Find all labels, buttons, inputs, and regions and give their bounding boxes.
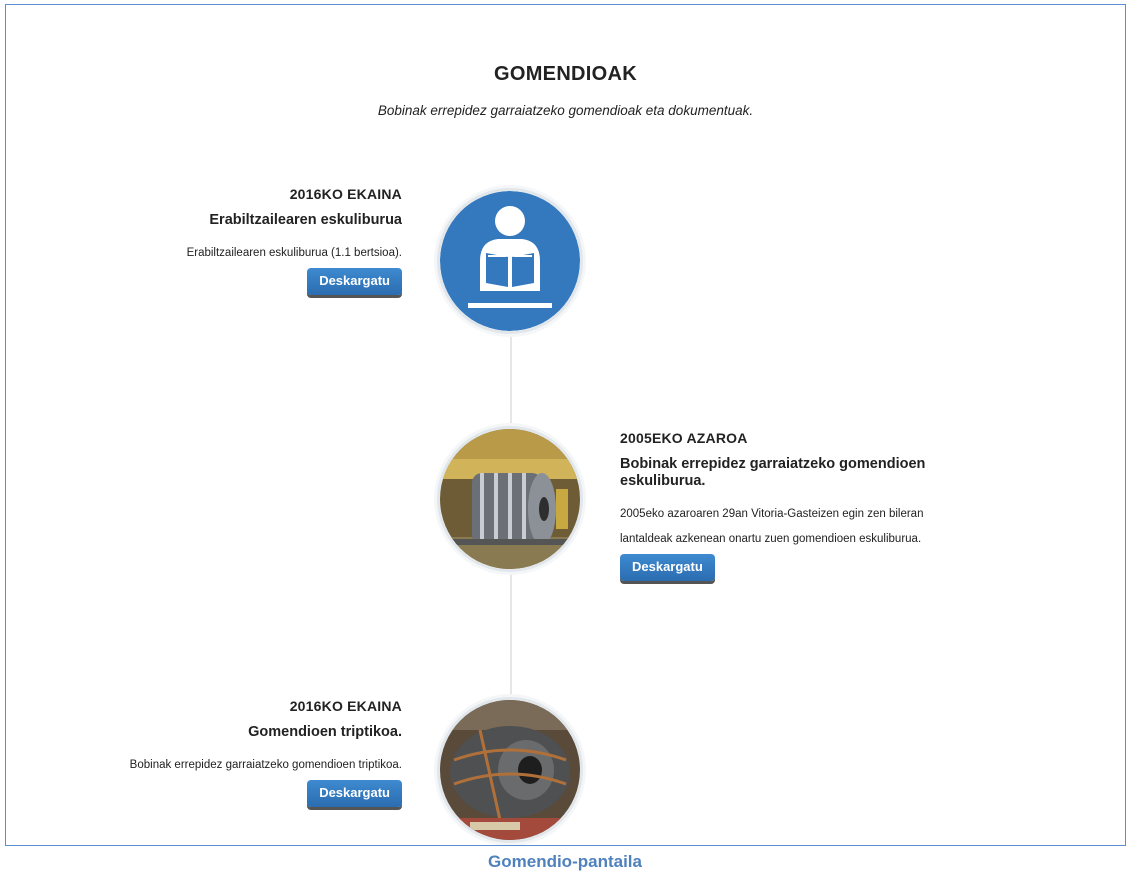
item-heading: Bobinak errepidez garraiatzeko gomendioe…: [620, 456, 926, 489]
item-image-3: [437, 697, 583, 843]
steel-coil-photo: [440, 429, 580, 569]
figure-caption: Gomendio-pantaila: [488, 852, 642, 871]
download-button[interactable]: Deskargatu: [307, 780, 402, 807]
item-description: Bobinak errepidez garraiatzeko gomendioe…: [129, 759, 402, 771]
item-date: 2005EKO AZAROA: [620, 430, 748, 446]
item-description: Erabiltzailearen eskuliburua (1.1 bertsi…: [186, 247, 402, 259]
steel-coil-photo: [440, 700, 580, 840]
item-heading: Erabiltzailearen eskuliburua: [209, 212, 402, 228]
timeline-item-2: 2005EKO AZAROA Bobinak errepidez garraia…: [620, 430, 930, 581]
item-heading: Gomendioen triptikoa.: [248, 724, 402, 740]
download-button[interactable]: Deskargatu: [620, 554, 715, 581]
page-subtitle: Bobinak errepidez garraiatzeko gomendioa…: [377, 103, 754, 118]
item-date: 2016KO EKAINA: [289, 698, 402, 714]
item-image-2: [437, 426, 583, 572]
item-date: 2016KO EKAINA: [289, 186, 402, 202]
timeline-item-3: 2016KO EKAINA Gomendioen triptikoa. Bobi…: [102, 698, 402, 807]
screenshot-frame: GOMENDIOAK Bobinak errepidez garraiatzek…: [5, 4, 1126, 846]
item-description: 2005eko azaroaren 29an Vitoria-Gasteizen…: [620, 508, 924, 545]
item-image-1: [437, 188, 583, 334]
download-button[interactable]: Deskargatu: [307, 268, 402, 295]
page-title: GOMENDIOAK: [494, 63, 637, 85]
timeline-item-1: 2016KO EKAINA Erabiltzailearen eskulibur…: [102, 186, 402, 295]
reader-icon: [440, 191, 580, 331]
